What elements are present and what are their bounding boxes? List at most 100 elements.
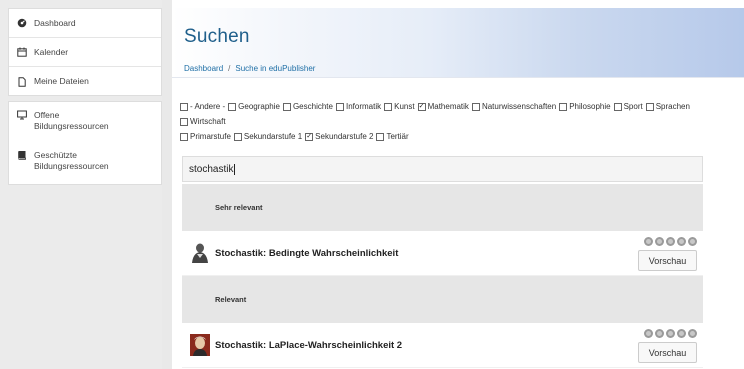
subject-checkbox-naturwissenschaften[interactable]: Naturwissenschaften [471, 99, 557, 114]
checkbox-label: Kunst [394, 102, 415, 111]
rating-stars[interactable] [642, 329, 697, 338]
checkbox-label: Sport [623, 102, 643, 111]
checkbox-label: Informatik [345, 102, 382, 111]
search-input-value: stochastik [189, 163, 234, 175]
checkbox-label: - Andere - [190, 102, 226, 111]
subject-checkbox-sprachen[interactable]: Sprachen [645, 99, 690, 114]
result-item[interactable]: Stochastik: Bedingte Wahrscheinlichkeit … [182, 231, 703, 276]
rating-star-icon[interactable] [644, 329, 653, 338]
result-title[interactable]: Stochastik: Bedingte Wahrscheinlichkeit [215, 248, 398, 259]
group-heading-relevant: Relevant [182, 276, 703, 323]
subject-checkbox-philosophie[interactable]: Philosophie [559, 99, 611, 114]
rating-star-icon[interactable] [677, 329, 686, 338]
checkbox-label: Sprachen [655, 102, 690, 111]
subject-checkbox-wirtschaft[interactable]: Wirtschaft [180, 114, 226, 129]
subject-checkbox-mathematik[interactable]: ✓ Mathematik [417, 99, 469, 114]
sidebar-item-label: Kalender [34, 46, 69, 57]
file-icon [17, 76, 27, 87]
checkbox-label: Philosophie [569, 102, 611, 111]
results-list: Sehr relevant Stochastik: Bedingte Wahrs… [182, 184, 703, 368]
sidebar-item-offene-bildungsressourcen[interactable]: Offene Bildungsressourcen [9, 102, 161, 142]
level-checkbox-tertiaer[interactable]: Tertiär [376, 129, 409, 144]
sidebar-item-label: Offene [34, 110, 60, 120]
subject-filters: - Andere - Geographie Geschichte Informa… [180, 99, 710, 129]
calendar-icon [17, 47, 27, 57]
sidebar-item-dashboard[interactable]: Dashboard [9, 9, 161, 38]
checkbox-box[interactable] [228, 102, 237, 111]
rating-star-icon[interactable] [655, 237, 664, 246]
book-icon [17, 150, 27, 160]
level-checkbox-sekundarstufe-1[interactable]: Sekundarstufe 1 [233, 129, 303, 144]
rating-star-icon[interactable] [688, 237, 697, 246]
sidebar-item-label: Geschützte [34, 150, 77, 160]
rating-star-icon[interactable] [688, 329, 697, 338]
checkbox-box[interactable] [180, 132, 188, 141]
subject-checkbox-informatik[interactable]: Informatik [335, 99, 382, 114]
checkbox-label: Sekundarstufe 2 [315, 132, 374, 141]
main-content: Suchen Dashboard / Suche in eduPublisher… [172, 0, 744, 369]
checkbox-label: Wirtschaft [190, 117, 226, 126]
level-filters: Primarstufe Sekundarstufe 1 ✓ Sekundarstu… [180, 129, 710, 144]
checkbox-box[interactable] [613, 102, 622, 111]
checkbox-box[interactable] [471, 102, 480, 111]
checkbox-box[interactable] [645, 102, 654, 111]
sidebar-item-label: Dashboard [34, 17, 76, 28]
result-title[interactable]: Stochastik: LaPlace-Wahrscheinlichkeit 2 [215, 340, 402, 351]
dashboard-icon [17, 18, 27, 28]
checkbox-label: Primarstufe [190, 132, 231, 141]
rating-star-icon[interactable] [644, 237, 653, 246]
rating-star-icon[interactable] [655, 329, 664, 338]
checkbox-box-checked[interactable]: ✓ [305, 132, 314, 141]
checkbox-box[interactable] [180, 102, 188, 111]
subject-checkbox-geographie[interactable]: Geographie [228, 99, 280, 114]
subject-checkbox-geschichte[interactable]: Geschichte [282, 99, 333, 114]
checkbox-label: Mathematik [427, 102, 469, 111]
resource-thumbnail [190, 242, 210, 264]
checkbox-box[interactable] [233, 132, 242, 141]
sidebar: Dashboard Kalender Meine Dateien Offene … [0, 0, 162, 369]
checkbox-box[interactable] [335, 102, 344, 111]
breadcrumb: Dashboard / Suche in eduPublisher [184, 64, 315, 73]
preview-button[interactable]: Vorschau [638, 342, 697, 363]
group-heading-very-relevant: Sehr relevant [182, 184, 703, 231]
checkbox-box[interactable] [376, 132, 385, 141]
checkbox-box[interactable] [282, 102, 291, 111]
breadcrumb-current-link[interactable]: Suche in eduPublisher [235, 64, 315, 73]
breadcrumb-dashboard-link[interactable]: Dashboard [184, 64, 223, 73]
checkbox-label: Geographie [238, 102, 280, 111]
rating-star-icon[interactable] [666, 237, 675, 246]
subject-checkbox-andere[interactable]: - Andere - [180, 99, 225, 114]
sidebar-item-label: Meine Dateien [34, 76, 89, 86]
checkbox-box-checked[interactable]: ✓ [417, 102, 426, 111]
checkbox-label: Sekundarstufe 1 [243, 132, 303, 141]
rating-star-icon[interactable] [666, 329, 675, 338]
filter-panel: - Andere - Geographie Geschichte Informa… [180, 99, 710, 144]
preview-button[interactable]: Vorschau [638, 250, 697, 271]
subject-checkbox-kunst[interactable]: Kunst [384, 99, 415, 114]
search-input[interactable]: stochastik [182, 156, 703, 182]
sidebar-item-kalender[interactable]: Kalender [9, 38, 161, 67]
monitor-icon [17, 110, 27, 120]
checkbox-label: Naturwissenschaften [481, 102, 557, 111]
breadcrumb-separator: / [228, 64, 231, 73]
rating-stars[interactable] [642, 237, 697, 246]
nav-block-primary: Dashboard Kalender Meine Dateien [8, 8, 162, 96]
header-banner: Suchen Dashboard / Suche in eduPublisher [172, 8, 744, 78]
text-cursor [234, 163, 236, 175]
resource-thumbnail [190, 334, 210, 356]
checkbox-box[interactable] [180, 117, 188, 126]
sidebar-item-geschuetzte-bildungsressourcen[interactable]: Geschützte Bildungsressourcen [9, 142, 161, 182]
checkbox-label: Geschichte [292, 102, 333, 111]
checkbox-box[interactable] [559, 102, 568, 111]
page-title: Suchen [184, 26, 250, 47]
sidebar-item-meine-dateien[interactable]: Meine Dateien [9, 67, 161, 96]
checkbox-label: Tertiär [386, 132, 409, 141]
nav-block-resources: Offene Bildungsressourcen Geschützte Bil… [8, 101, 162, 185]
level-checkbox-sekundarstufe-2[interactable]: ✓ Sekundarstufe 2 [305, 129, 373, 144]
subject-checkbox-sport[interactable]: Sport [613, 99, 643, 114]
result-item[interactable]: Stochastik: LaPlace-Wahrscheinlichkeit 2… [182, 323, 703, 368]
rating-star-icon[interactable] [677, 237, 686, 246]
level-checkbox-primarstufe[interactable]: Primarstufe [180, 129, 231, 144]
checkbox-box[interactable] [384, 102, 393, 111]
sidebar-item-label-2: Bildungsressourcen [34, 121, 109, 131]
